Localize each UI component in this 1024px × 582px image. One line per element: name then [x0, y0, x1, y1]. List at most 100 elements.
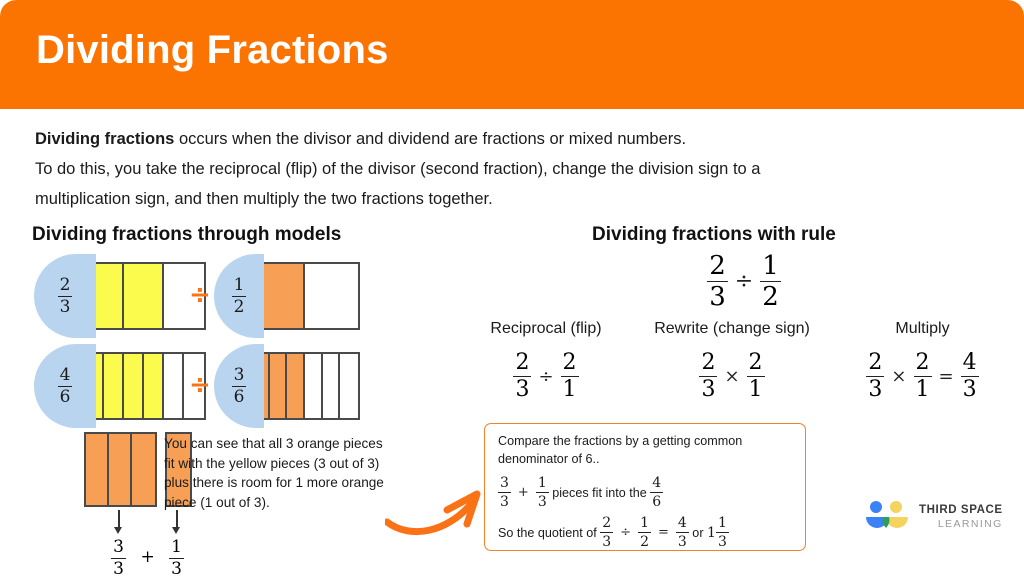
- fraction-numerator: 3: [500, 475, 509, 491]
- fraction-numerator: 4: [59, 364, 71, 385]
- callout-fraction-c: 46: [650, 475, 664, 509]
- intro-line-1-rest: occurs when the divisor and dividend are…: [174, 130, 687, 148]
- rule-step-2-equals: =: [938, 366, 954, 387]
- orange-group-b-fraction: 13: [163, 539, 191, 578]
- callout-row-pieces: 3 3 +1 3 pieces fit into the 46: [498, 475, 664, 509]
- bar-model-label-right-0: 12: [214, 254, 264, 338]
- callout-line-2: denominator of 6..: [498, 451, 600, 466]
- fraction-numerator: 4: [962, 350, 977, 375]
- rule-step-1-first-fraction: 23: [699, 350, 718, 401]
- bar-model-strip-right-0: [250, 262, 360, 330]
- rule-step-2-result: 43: [960, 350, 979, 401]
- rule-step-0-first-fraction: 23: [513, 350, 532, 402]
- fraction-numerator: 1: [171, 537, 182, 557]
- rule-step-1-operator: ×: [724, 366, 740, 387]
- fraction-denominator: 6: [57, 385, 73, 407]
- rule-step-0-operator: ÷: [538, 366, 554, 387]
- fraction-numerator: 1: [762, 251, 779, 281]
- fraction-numerator: 2: [709, 251, 726, 281]
- bar-model-cell: [269, 354, 288, 418]
- callout-row2-text: pieces fit into the: [548, 485, 651, 500]
- bar-model-fraction: 23: [57, 274, 73, 316]
- fraction-numerator: 2: [868, 350, 883, 375]
- bar-model-strip-left-1: [82, 352, 206, 420]
- bar-model-label-left-1: 46: [34, 344, 96, 428]
- callout-quotient-divide: ÷: [620, 525, 632, 540]
- logo-wordmark: THIRD SPACE LEARNING: [919, 504, 1003, 529]
- bar-model-cell: [305, 354, 323, 418]
- orange-piece: [86, 434, 109, 505]
- bar-model-cell: [144, 354, 165, 418]
- intro-line-2: To do this, you take the reciprocal (fli…: [35, 160, 761, 178]
- bar-model-right-1: 36: [214, 344, 360, 428]
- rule-step-label-0: Reciprocal (flip): [490, 320, 602, 337]
- orange-piece: [109, 434, 132, 505]
- fraction-denominator: 1: [560, 376, 579, 402]
- fraction-numerator: 3: [233, 364, 245, 385]
- fraction-numerator: 3: [113, 537, 124, 557]
- rule-main-divisor: 12: [760, 253, 781, 310]
- bar-model-cell: [287, 354, 306, 418]
- fraction-numerator: 1: [640, 515, 649, 531]
- callout-quotient-result: 43: [675, 516, 689, 549]
- models-explanation-note: You can see that all 3 orange pieces fit…: [164, 436, 384, 510]
- callout-fraction-a: 33: [498, 476, 511, 509]
- logo-mark-icon: [866, 501, 908, 528]
- fraction-denominator: 2: [760, 281, 781, 312]
- bar-model-cell: [124, 264, 165, 328]
- rule-step-expression-1: 2 3 × 2 1: [616, 352, 848, 401]
- fraction-denominator: 1: [746, 376, 765, 402]
- rule-section-heading: Dividing fractions with rule: [592, 224, 836, 245]
- fraction-denominator: 3: [513, 376, 532, 402]
- logo-line-2: LEARNING: [937, 517, 1003, 530]
- page-header: Dividing Fractions: [0, 0, 1024, 109]
- rule-step-expression-0: 2 3 ÷ 2 1: [471, 352, 621, 401]
- division-symbol-0: ÷: [189, 280, 211, 310]
- fraction-numerator: 2: [59, 274, 71, 295]
- bar-model-cell: [340, 354, 359, 418]
- callout-row3-or: or: [688, 525, 708, 540]
- orange-group-a: [84, 432, 157, 507]
- rule-step-2-first-fraction: 23: [866, 350, 885, 401]
- rule-step-0-second-fraction: 21: [560, 350, 579, 402]
- bar-model-right-0: 12: [214, 254, 360, 338]
- intro-paragraph: Dividing fractions occurs when the divis…: [35, 124, 975, 214]
- fraction-numerator: 2: [562, 350, 577, 375]
- callout-mixed-whole: 1: [707, 524, 716, 541]
- intro-lead: Dividing fractions: [35, 130, 175, 148]
- fraction-denominator: 1: [913, 376, 932, 402]
- bar-model-strip-right-1: [250, 352, 360, 420]
- fraction-numerator: 2: [915, 350, 930, 375]
- rule-step-1-second-fraction: 21: [746, 352, 765, 402]
- intro-line-3: multiplication sign, and then multiply t…: [35, 190, 493, 208]
- fraction-numerator: 2: [701, 350, 716, 375]
- bar-model-left-1: 46: [34, 344, 206, 428]
- logo-line-1: THIRD SPACE: [919, 504, 1003, 517]
- bar-model-left-0: 23: [34, 254, 206, 338]
- rule-step-2-second-fraction: 21: [913, 350, 932, 402]
- curved-arrow-icon: [383, 478, 490, 545]
- intro-line-1: Dividing fractions occurs when the divis…: [35, 124, 975, 154]
- bar-model-cell: [164, 354, 185, 418]
- callout-quotient-dividend: 23: [600, 516, 614, 549]
- callout-box: Compare the fractions by a getting commo…: [484, 423, 806, 551]
- third-space-learning-logo: THIRD SPACE LEARNING: [864, 500, 1003, 534]
- bar-model-strip-left-0: [82, 262, 206, 330]
- callout-line-1: Compare the fractions by a getting commo…: [498, 434, 743, 448]
- fraction-denominator: 3: [707, 281, 728, 312]
- page-title: Dividing Fractions: [36, 28, 389, 72]
- bar-model-label-left-0: 23: [34, 254, 96, 338]
- bar-model-fraction: 46: [57, 364, 73, 407]
- bar-model-fraction: 36: [231, 364, 247, 407]
- orange-groups-plus-sign: +: [140, 547, 155, 567]
- fraction-numerator: 2: [515, 350, 530, 375]
- orange-group-a-arrow-line: [117, 510, 120, 528]
- rule-step-label-2: Multiply: [895, 320, 950, 337]
- callout-fraction-b: 13: [535, 476, 549, 509]
- fraction-denominator: 6: [231, 385, 247, 407]
- models-section-heading: Dividing fractions through models: [32, 224, 342, 245]
- callout-row-quotient: So the quotient of 2 3 ÷ 1 2 = 4 3 or 113: [498, 516, 729, 549]
- fraction-numerator: 4: [652, 475, 662, 491]
- division-symbol-1: ÷: [189, 370, 211, 400]
- bar-model-cell: [305, 264, 358, 328]
